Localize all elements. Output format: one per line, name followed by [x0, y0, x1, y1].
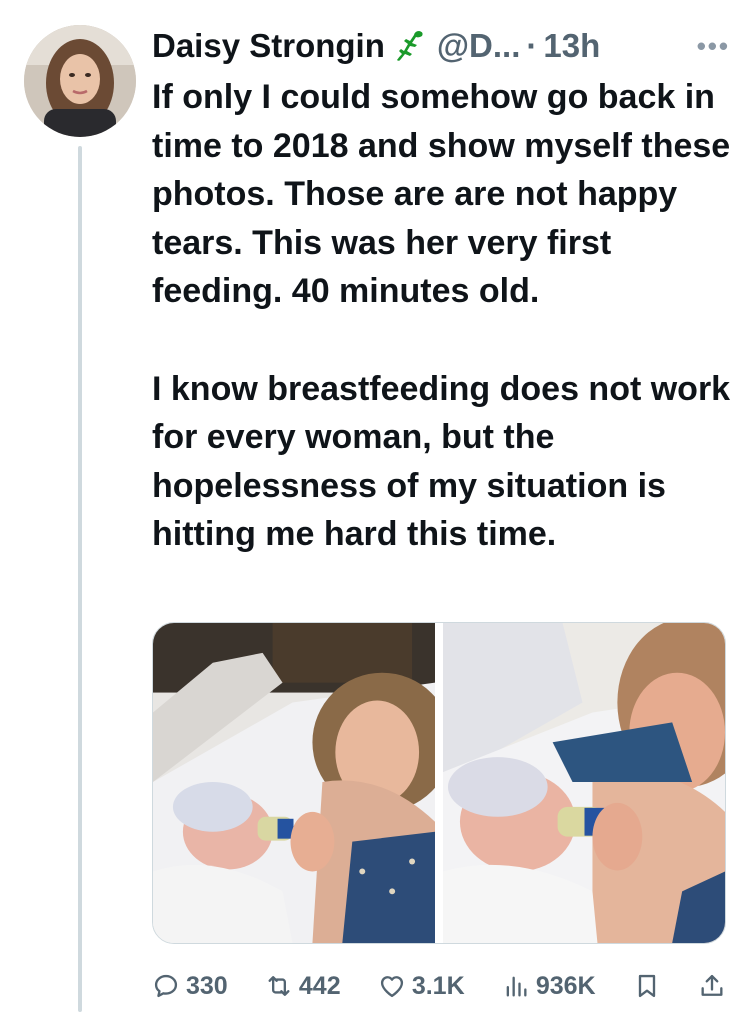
photo-2[interactable] — [443, 623, 725, 943]
views-icon — [506, 976, 527, 997]
reply-count: 330 — [186, 971, 228, 1000]
like-count: 3.1K — [411, 971, 465, 1000]
bookmark-icon — [638, 974, 655, 998]
view-count: 936K — [535, 971, 596, 1000]
share-button[interactable] — [698, 972, 726, 1000]
repost-button[interactable]: 442 — [265, 972, 341, 1001]
action-bar: 330 442 3.1K 936K — [152, 968, 726, 1004]
lizard-icon — [395, 29, 427, 63]
heart-icon — [380, 976, 403, 998]
like-button[interactable]: 3.1K — [378, 972, 465, 1001]
repost-icon — [268, 976, 290, 996]
repost-count: 442 — [298, 971, 341, 1000]
tweet-text: If only I could somehow go back in time … — [152, 78, 731, 554]
avatar-image — [24, 25, 136, 137]
separator-dot: · — [526, 27, 538, 64]
more-icon[interactable]: ••• — [697, 31, 732, 62]
photo-icon — [443, 623, 725, 943]
views-button[interactable]: 936K — [502, 972, 596, 1001]
photo-icon — [153, 623, 435, 943]
tweet-header: Daisy Strongin @D... · 13h ••• — [152, 26, 732, 66]
author-name[interactable]: Daisy Strongin — [152, 27, 385, 65]
photo-1[interactable] — [153, 623, 435, 943]
author-handle[interactable]: @D... — [437, 27, 521, 65]
reply-button[interactable]: 330 — [152, 972, 228, 1001]
reply-icon — [154, 974, 178, 998]
timestamp[interactable]: 13h — [543, 27, 600, 65]
share-icon — [701, 974, 723, 996]
media-grid — [152, 622, 726, 944]
avatar[interactable] — [24, 25, 136, 137]
bookmark-button[interactable] — [633, 972, 661, 1000]
thread-line — [78, 146, 82, 1012]
